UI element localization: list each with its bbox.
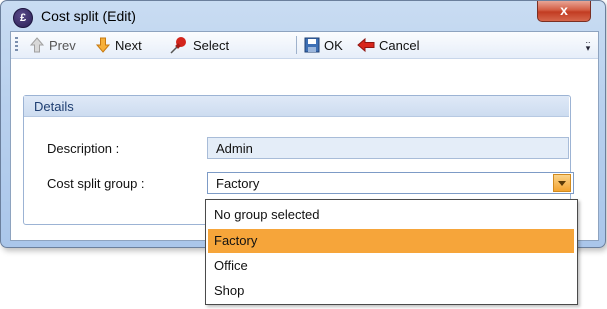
select-label: Select (193, 37, 230, 53)
cancel-label: Cancel (379, 37, 420, 53)
dropdown-option-shop[interactable]: Shop (208, 279, 574, 303)
next-button[interactable]: Next (95, 36, 142, 54)
pound-sign-icon: £ (13, 8, 33, 28)
dropdown-list: No group selected Factory Office Shop (205, 199, 578, 305)
chevron-down-icon (558, 181, 566, 186)
next-label: Next (115, 37, 142, 53)
dropdown-option-office[interactable]: Office (208, 254, 574, 278)
dropdown-option-no-group[interactable]: No group selected (208, 203, 574, 227)
cost-split-group-select[interactable]: Factory (207, 172, 574, 194)
combo-dropdown-button[interactable] (553, 174, 571, 192)
cost-split-group-label: Cost split group : (47, 176, 145, 191)
description-label: Description : (47, 141, 120, 156)
ok-label: OK (324, 37, 343, 53)
pin-icon (170, 37, 186, 54)
toolbar: Prev Next Select OK Cancel .. ▾ (11, 32, 598, 59)
prev-label: Prev (49, 37, 76, 53)
dropdown-option-factory[interactable]: Factory (208, 229, 574, 253)
save-icon (304, 37, 320, 53)
description-field[interactable]: Admin (207, 137, 569, 159)
cancel-button[interactable]: Cancel (357, 36, 419, 54)
toolbar-overflow-icon[interactable]: .. ▾ (583, 36, 593, 53)
details-group-header (24, 96, 569, 117)
down-arrow-icon (95, 37, 111, 53)
up-arrow-icon (29, 37, 45, 53)
details-group-title: Details (34, 99, 74, 114)
ok-button[interactable]: OK (304, 36, 343, 54)
title-bar[interactable]: £ Cost split (Edit) x (1, 1, 605, 31)
prev-button[interactable]: Prev (29, 36, 76, 54)
toolbar-separator (296, 36, 297, 54)
window-title: Cost split (Edit) (41, 8, 136, 24)
close-button[interactable]: x (537, 1, 591, 22)
back-arrow-icon (357, 37, 375, 53)
toolbar-grip[interactable] (15, 37, 18, 53)
select-button[interactable]: Select (169, 36, 229, 54)
